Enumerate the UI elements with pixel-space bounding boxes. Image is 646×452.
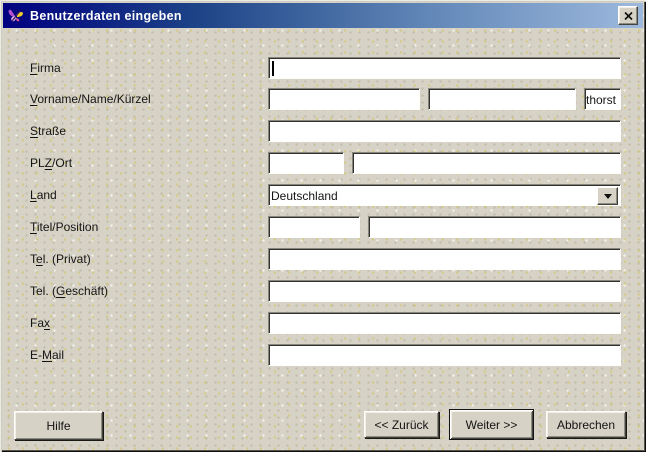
next-button[interactable]: Weiter >> (449, 409, 534, 440)
window-title: Benutzerdaten eingeben (30, 9, 182, 23)
tel-geschaeft-label: Tel. (Geschäft) (30, 284, 108, 298)
titel-input[interactable] (268, 216, 360, 238)
kuerzel-input[interactable]: thorst (584, 88, 621, 110)
vorname-input[interactable] (268, 88, 420, 110)
nachname-input[interactable] (428, 88, 576, 110)
close-button[interactable] (618, 6, 638, 25)
plz-input[interactable] (268, 152, 344, 174)
titel-position-label: Titel/Position (30, 220, 98, 234)
close-icon (624, 12, 633, 20)
land-dropdown-button[interactable] (597, 187, 618, 205)
strasse-label: Straße (30, 124, 66, 138)
name-label: Vorname/Name/Kürzel (30, 92, 151, 106)
cancel-button[interactable]: Abbrechen (546, 411, 626, 438)
email-input[interactable] (268, 344, 621, 366)
titlebar[interactable]: Benutzerdaten eingeben (3, 3, 643, 28)
help-button[interactable]: Hilfe (14, 411, 103, 440)
fax-label: Fax (30, 316, 50, 330)
text-caret (272, 61, 274, 76)
plz-ort-label: PLZ/Ort (30, 156, 72, 170)
land-combobox[interactable]: Deutschland (268, 184, 621, 206)
tel-privat-label: Tel. (Privat) (30, 252, 91, 266)
land-label: Land (30, 188, 57, 202)
chevron-down-icon (604, 194, 612, 203)
email-label: E-Mail (30, 348, 64, 362)
firma-label: Firma (30, 61, 61, 75)
fax-input[interactable] (268, 312, 621, 334)
butterfly-app-icon (8, 8, 24, 24)
tel-geschaeft-input[interactable] (268, 280, 621, 302)
position-input[interactable] (368, 216, 621, 238)
ort-input[interactable] (352, 152, 621, 174)
tel-privat-input[interactable] (268, 248, 621, 270)
strasse-input[interactable] (268, 120, 621, 142)
back-button[interactable]: << Zurück (364, 411, 439, 438)
land-selected-value: Deutschland (271, 187, 338, 205)
dialog-window: Benutzerdaten eingeben Firma Vorname/Nam… (0, 0, 646, 452)
firma-input[interactable] (268, 57, 621, 79)
